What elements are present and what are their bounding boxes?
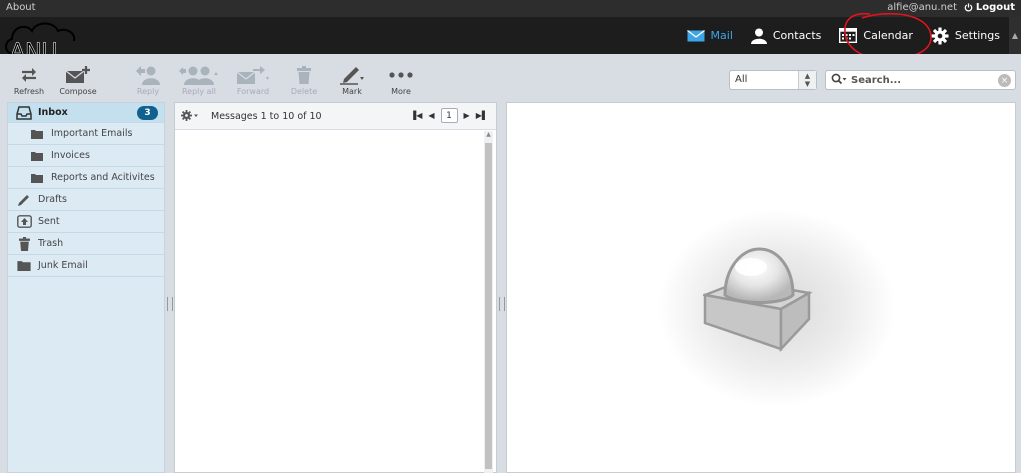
reply-icon bbox=[135, 64, 161, 86]
folder-label: Invoices bbox=[51, 150, 90, 161]
folder-important-emails[interactable]: Important Emails bbox=[8, 123, 164, 145]
folder-splitter[interactable] bbox=[167, 297, 173, 311]
nav-contacts-label: Contacts bbox=[772, 29, 822, 42]
trash-icon bbox=[297, 64, 311, 86]
unread-count-badge: 3 bbox=[137, 106, 158, 120]
scroll-up-icon[interactable]: ▲ bbox=[484, 131, 493, 141]
folder-list: Inbox 3 Important Emails Invoices Report… bbox=[7, 102, 165, 473]
forward-icon bbox=[236, 64, 270, 86]
calendar-icon bbox=[839, 28, 858, 43]
folder-icon bbox=[15, 260, 33, 271]
last-page-icon[interactable]: ▶▌ bbox=[476, 111, 488, 120]
nav-calendar-label: Calendar bbox=[863, 29, 913, 42]
folder-label: Inbox bbox=[38, 107, 68, 118]
folder-sent[interactable]: Sent bbox=[8, 211, 164, 233]
page-number-input[interactable]: 1 bbox=[440, 108, 458, 123]
nav-settings-label: Settings bbox=[954, 29, 1000, 42]
main-nav: Mail Contacts Calendar Settings ▲ bbox=[678, 17, 1021, 54]
folder-inbox[interactable]: Inbox 3 bbox=[8, 103, 164, 123]
nav-settings[interactable]: Settings bbox=[922, 17, 1009, 54]
contacts-icon bbox=[750, 28, 767, 44]
folder-trash[interactable]: Trash bbox=[8, 233, 164, 255]
scroll-thumb[interactable] bbox=[485, 143, 492, 469]
reply-all-button[interactable]: Reply all bbox=[176, 64, 222, 96]
first-page-icon[interactable]: ▐◀ bbox=[410, 111, 422, 120]
list-options-icon[interactable] bbox=[181, 110, 199, 124]
folder-label: Sent bbox=[38, 216, 60, 227]
folder-label: Drafts bbox=[38, 194, 67, 205]
reply-button[interactable]: Reply bbox=[125, 64, 171, 96]
pencil-icon bbox=[15, 193, 33, 207]
nav-collapse-toggle[interactable]: ▲ bbox=[1009, 17, 1021, 54]
folder-drafts[interactable]: Drafts bbox=[8, 189, 164, 211]
compose-button[interactable]: Compose bbox=[55, 64, 101, 96]
folder-reports[interactable]: Reports and Acitivites bbox=[8, 167, 164, 189]
logout-label: Logout bbox=[975, 2, 1015, 13]
inbox-icon bbox=[15, 105, 33, 120]
updown-arrow-icon: ▲ ▼ bbox=[798, 71, 816, 89]
refresh-button[interactable]: Refresh bbox=[6, 64, 52, 96]
sent-icon bbox=[15, 215, 33, 228]
clear-search-icon[interactable]: × bbox=[998, 74, 1011, 87]
about-link[interactable]: About bbox=[6, 2, 36, 13]
message-count: Messages 1 to 10 of 10 bbox=[211, 111, 322, 122]
search-icon[interactable] bbox=[831, 73, 847, 88]
preview-pane bbox=[506, 102, 1016, 473]
forward-button[interactable]: Forward bbox=[230, 64, 276, 96]
folder-label: Important Emails bbox=[51, 128, 133, 139]
delete-button[interactable]: Delete bbox=[281, 64, 327, 96]
user-email: alfie@anu.net bbox=[887, 2, 957, 13]
search-box: × bbox=[825, 70, 1016, 90]
header: ANU Mail Contacts Calendar Settings ▲ bbox=[0, 17, 1021, 65]
folder-icon bbox=[28, 129, 46, 139]
trash-icon bbox=[15, 236, 33, 251]
logout-button[interactable]: Logout bbox=[964, 2, 1015, 13]
folder-icon bbox=[28, 151, 46, 161]
folder-icon bbox=[28, 173, 46, 183]
roundcube-watermark-icon bbox=[703, 247, 813, 353]
folder-label: Junk Email bbox=[38, 260, 88, 271]
message-list-header: Messages 1 to 10 of 10 ▐◀ ◀ 1 ▶ ▶▌ bbox=[175, 103, 496, 130]
nav-mail[interactable]: Mail bbox=[678, 17, 742, 54]
more-dots-icon bbox=[389, 64, 413, 86]
nav-calendar[interactable]: Calendar bbox=[830, 17, 921, 54]
pencil-icon bbox=[338, 64, 366, 86]
folder-invoices[interactable]: Invoices bbox=[8, 145, 164, 167]
nav-mail-label: Mail bbox=[710, 29, 733, 42]
prev-page-icon[interactable]: ◀ bbox=[428, 111, 434, 120]
message-list-scrollbar[interactable]: ▲ bbox=[484, 131, 493, 473]
mark-button[interactable]: Mark bbox=[329, 64, 375, 96]
next-page-icon[interactable]: ▶ bbox=[464, 111, 470, 120]
nav-contacts[interactable]: Contacts bbox=[742, 17, 831, 54]
power-icon bbox=[964, 3, 973, 12]
message-list-panel: Messages 1 to 10 of 10 ▐◀ ◀ 1 ▶ ▶▌ ▲ bbox=[174, 102, 497, 473]
more-button[interactable]: More bbox=[378, 64, 424, 96]
folder-label: Trash bbox=[38, 238, 64, 249]
mail-icon bbox=[686, 29, 705, 42]
pagination: ▐◀ ◀ 1 ▶ ▶▌ bbox=[410, 108, 488, 123]
compose-icon bbox=[65, 64, 91, 86]
gear-icon bbox=[931, 26, 949, 45]
folder-junk-email[interactable]: Junk Email bbox=[8, 255, 164, 277]
preview-splitter[interactable] bbox=[499, 297, 505, 311]
reply-all-icon bbox=[179, 64, 219, 86]
filter-value: All bbox=[735, 74, 748, 85]
message-filter-select[interactable]: All ▲ ▼ bbox=[729, 70, 817, 90]
top-bar: About alfie@anu.net Logout bbox=[0, 0, 1021, 17]
folder-label: Reports and Acitivites bbox=[51, 172, 155, 183]
refresh-icon bbox=[20, 64, 38, 86]
search-input[interactable] bbox=[851, 74, 1001, 86]
toolbar: Refresh Compose Reply Reply all Forward … bbox=[0, 54, 1021, 102]
